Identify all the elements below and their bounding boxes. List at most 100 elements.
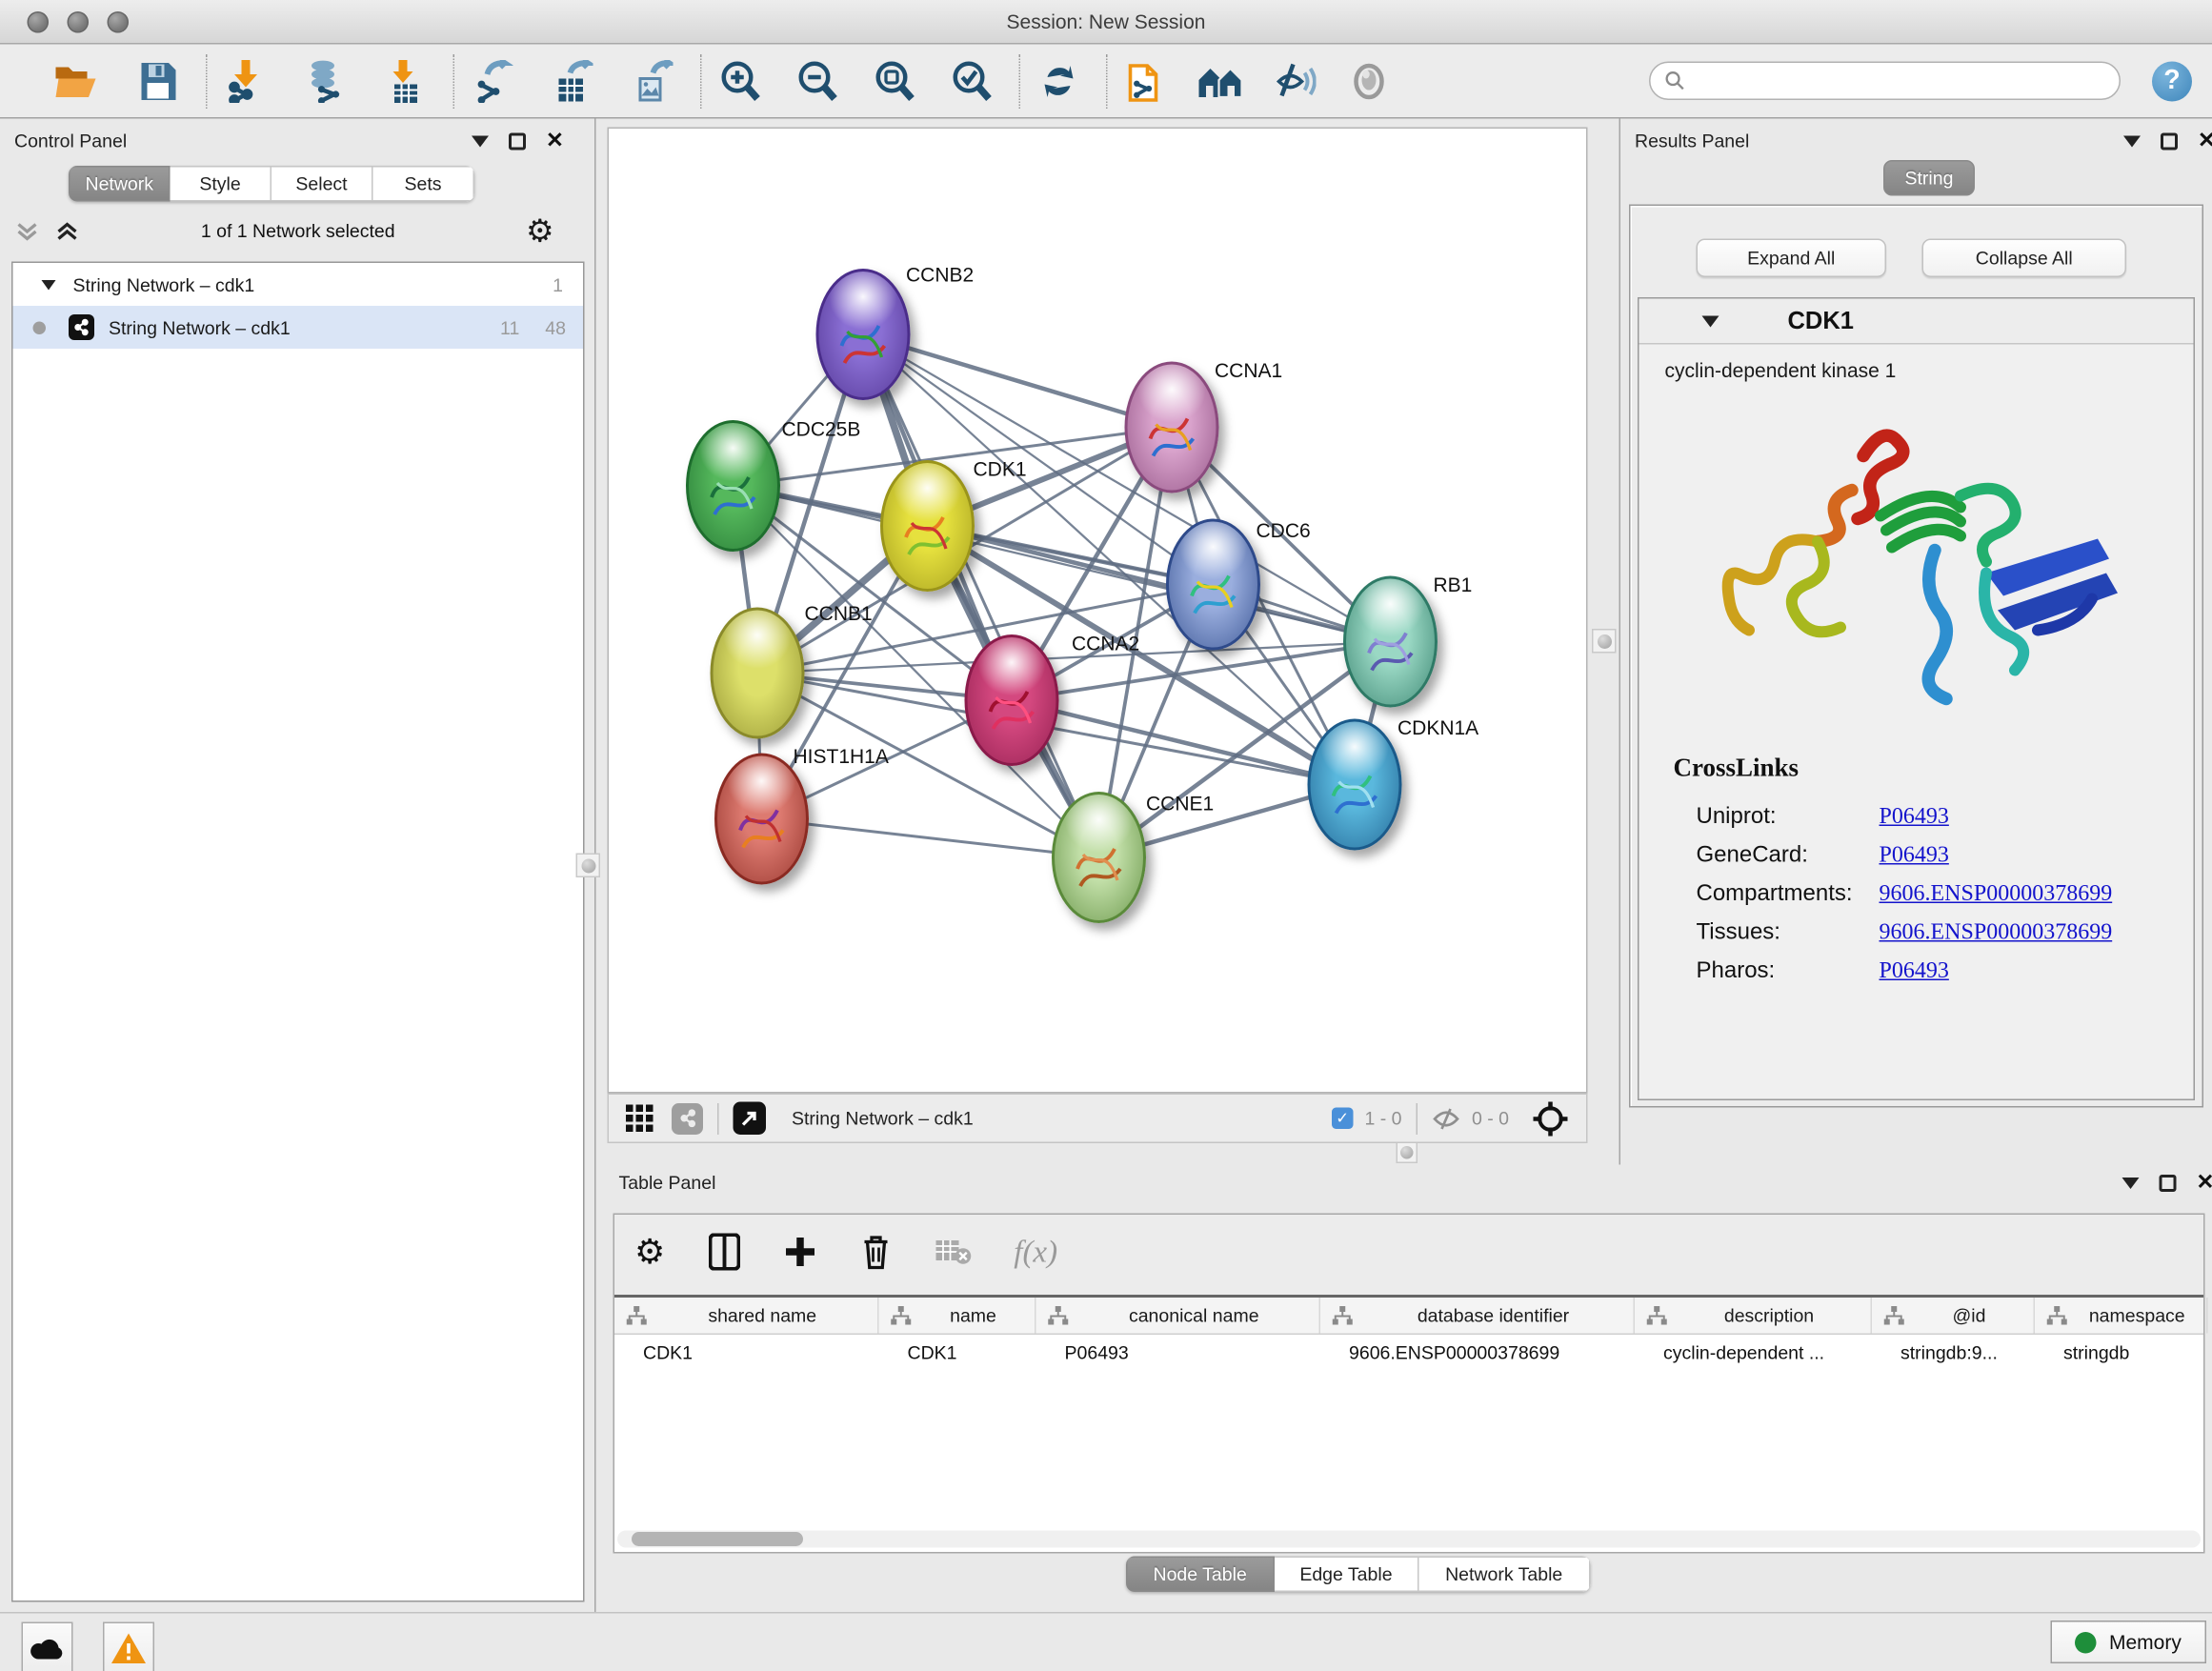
import-network-database-icon[interactable] xyxy=(302,56,351,105)
table-cell[interactable]: CDK1 xyxy=(614,1335,879,1369)
search-input[interactable] xyxy=(1685,69,2105,93)
section-collapse-icon[interactable] xyxy=(1702,315,1719,327)
share-view-icon[interactable] xyxy=(672,1102,703,1134)
node-RB1[interactable] xyxy=(1343,576,1438,708)
panel-float-icon[interactable] xyxy=(2161,133,2178,151)
grid-view-icon[interactable] xyxy=(626,1104,654,1133)
collapse-all-button[interactable]: Collapse All xyxy=(1922,239,2127,278)
column-header-id[interactable]: @id xyxy=(1872,1298,2035,1334)
edge-HIST1H1A-CCNE1[interactable] xyxy=(762,819,1099,858)
warning-button[interactable] xyxy=(103,1622,154,1671)
add-column-icon[interactable] xyxy=(782,1235,816,1269)
table-gear-icon[interactable]: ⚙ xyxy=(634,1231,665,1273)
crosslink-link[interactable]: P06493 xyxy=(1880,805,1949,831)
panel-float-icon[interactable] xyxy=(509,133,526,151)
open-folder-icon[interactable] xyxy=(51,56,100,105)
import-table-icon[interactable] xyxy=(382,56,431,105)
table-cell[interactable]: 9606.ENSP00000378699 xyxy=(1320,1335,1635,1369)
column-header-name[interactable]: name xyxy=(879,1298,1036,1334)
columns-icon[interactable] xyxy=(708,1234,739,1271)
birdseye-crosshair-icon[interactable] xyxy=(1532,1099,1569,1137)
selected-checkbox-icon[interactable]: ✓ xyxy=(1332,1108,1354,1130)
left-splitter-handle[interactable] xyxy=(576,854,601,878)
bottom-splitter-handle[interactable] xyxy=(1397,1142,1418,1164)
node-CCNE1[interactable] xyxy=(1052,792,1146,923)
homes-icon[interactable] xyxy=(1196,56,1245,105)
tab-edge-table[interactable]: Edge Table xyxy=(1274,1557,1419,1593)
panel-close-icon[interactable]: ✕ xyxy=(2197,1175,2212,1192)
eye-icon[interactable] xyxy=(1345,56,1394,105)
panel-menu-icon[interactable] xyxy=(472,136,489,148)
node-HIST1H1A[interactable] xyxy=(714,754,809,885)
node-CCNA1[interactable] xyxy=(1125,362,1219,493)
panel-close-icon[interactable]: ✕ xyxy=(546,133,564,151)
network-tree-root-row[interactable]: String Network – cdk1 1 xyxy=(13,263,584,306)
table-cell[interactable]: stringdb xyxy=(2035,1335,2208,1369)
column-header-canonicalname[interactable]: canonical name xyxy=(1036,1298,1321,1334)
column-header-description[interactable]: description xyxy=(1635,1298,1872,1334)
zoom-fit-icon[interactable] xyxy=(871,56,919,105)
results-panel-title: Results Panel xyxy=(1635,131,1749,152)
delete-column-icon[interactable] xyxy=(859,1234,891,1271)
document-share-icon[interactable] xyxy=(1122,56,1171,105)
node-CCNB2[interactable] xyxy=(816,269,911,400)
table-row[interactable]: CDK1CDK1P064939606.ENSP00000378699cyclin… xyxy=(614,1335,2203,1369)
import-network-file-icon[interactable] xyxy=(222,56,271,105)
column-header-databaseidentifier[interactable]: database identifier xyxy=(1320,1298,1635,1334)
tab-select[interactable]: Select xyxy=(271,166,373,202)
cloud-button[interactable] xyxy=(22,1622,73,1671)
crosslink-link[interactable]: P06493 xyxy=(1880,959,1949,985)
table-cell[interactable]: CDK1 xyxy=(879,1335,1036,1369)
network-tree-child-row[interactable]: String Network – cdk1 11 48 xyxy=(13,306,584,349)
memory-button[interactable]: Memory xyxy=(2051,1621,2206,1663)
memory-status-dot xyxy=(2075,1631,2097,1653)
crosslink-link[interactable]: 9606.ENSP00000378699 xyxy=(1880,920,2113,946)
node-CDK1[interactable] xyxy=(880,460,975,592)
tree-expand-icon[interactable] xyxy=(42,279,56,290)
export-network-icon[interactable] xyxy=(469,56,517,105)
hide-graphics-icon[interactable] xyxy=(1271,56,1319,105)
crosslink-link[interactable]: P06493 xyxy=(1880,843,1949,869)
tab-string[interactable]: String xyxy=(1883,160,1975,196)
table-cell[interactable]: stringdb:9... xyxy=(1872,1335,2035,1369)
open-window-icon[interactable] xyxy=(734,1102,767,1136)
node-CDKN1A[interactable] xyxy=(1308,719,1402,851)
horizontal-scrollbar[interactable] xyxy=(617,1531,2201,1548)
delete-table-icon xyxy=(934,1238,971,1266)
expand-all-button[interactable]: Expand All xyxy=(1697,239,1887,278)
table-cell[interactable]: P06493 xyxy=(1036,1335,1321,1369)
edge-CCNB2-CCNE1[interactable] xyxy=(863,334,1099,857)
gene-section-header[interactable]: CDK1 xyxy=(1639,299,2194,345)
panel-menu-icon[interactable] xyxy=(2123,136,2141,148)
network-canvas[interactable]: CCNB2CCNA1CDC25BCDK1CDC6RB1CCNB1CCNA2CDK… xyxy=(608,128,1588,1094)
column-header-sharedname[interactable]: shared name xyxy=(614,1298,879,1334)
tab-network-table[interactable]: Network Table xyxy=(1419,1557,1590,1593)
node-CCNB1[interactable] xyxy=(711,608,805,739)
column-header-namespace[interactable]: namespace xyxy=(2035,1298,2208,1334)
refresh-icon[interactable] xyxy=(1035,56,1083,105)
export-table-icon[interactable] xyxy=(549,56,597,105)
edge-CDK1-RB1[interactable] xyxy=(928,526,1391,642)
panel-close-icon[interactable]: ✕ xyxy=(2198,133,2212,151)
right-splitter-handle[interactable] xyxy=(1592,629,1617,654)
table-toolbar: ⚙ f(x) xyxy=(614,1215,2203,1289)
crosslink-link[interactable]: 9606.ENSP00000378699 xyxy=(1880,882,2113,908)
zoom-out-icon[interactable] xyxy=(794,56,842,105)
node-CDC25B[interactable] xyxy=(686,420,780,552)
export-image-icon[interactable] xyxy=(629,56,677,105)
help-button[interactable]: ? xyxy=(2152,61,2192,101)
tab-network[interactable]: Network xyxy=(69,166,171,202)
table-cell[interactable]: cyclin-dependent ... xyxy=(1635,1335,1872,1369)
tab-node-table[interactable]: Node Table xyxy=(1126,1557,1274,1593)
panel-menu-icon[interactable] xyxy=(2122,1178,2140,1189)
panel-float-icon[interactable] xyxy=(2160,1175,2177,1192)
gear-icon[interactable]: ⚙ xyxy=(526,213,554,251)
node-CDC6[interactable] xyxy=(1166,519,1260,651)
save-icon[interactable] xyxy=(134,56,183,105)
scrollbar-thumb[interactable] xyxy=(632,1532,803,1546)
zoom-in-icon[interactable] xyxy=(716,56,765,105)
tab-sets[interactable]: Sets xyxy=(373,166,475,202)
tab-style[interactable]: Style xyxy=(171,166,272,202)
zoom-selected-icon[interactable] xyxy=(948,56,996,105)
node-CCNA2[interactable] xyxy=(965,634,1059,766)
